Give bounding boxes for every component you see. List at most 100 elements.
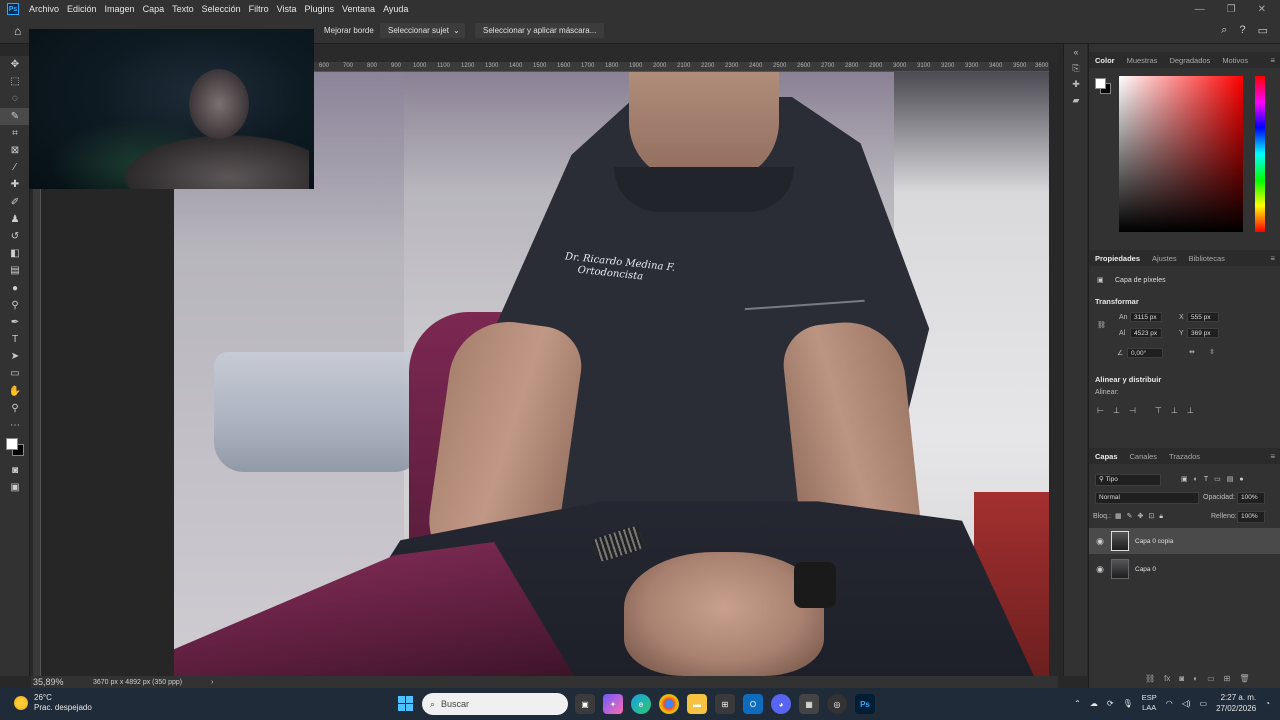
menu-capa[interactable]: Capa [139,4,169,14]
x-field[interactable]: 555 px [1187,312,1219,322]
tab-swatches[interactable]: Muestras [1121,56,1164,65]
maximize-icon[interactable]: ❐ [1227,4,1236,15]
menu-seleccion[interactable]: Selección [198,4,245,14]
menu-imagen[interactable]: Imagen [101,4,139,14]
quick-selection-tool-icon[interactable]: ✎ [0,107,30,125]
dodge-tool-icon[interactable]: ⚲ [0,297,30,314]
tab-libraries[interactable]: Bibliotecas [1183,254,1231,263]
tab-adjustments[interactable]: Ajustes [1146,254,1183,263]
workspace-icon[interactable]: ▭ [1258,24,1268,37]
eyedropper-tool-icon[interactable]: ⁄ [0,159,30,176]
blend-mode-select[interactable]: Normal [1095,492,1199,504]
menu-ayuda[interactable]: Ayuda [379,4,412,14]
select-and-mask-button[interactable]: Seleccionar y aplicar máscara... [475,23,605,38]
lasso-tool-icon[interactable]: ◌ [0,90,30,107]
cloud-icon[interactable]: ☁ [1090,699,1098,708]
chevron-right-icon[interactable]: › [211,679,213,686]
gradient-tool-icon[interactable]: ▤ [0,262,30,279]
wifi-icon[interactable]: ◠ [1166,699,1173,708]
new-layer-icon[interactable]: ⊞ [1224,674,1231,683]
outlook-icon[interactable]: O [743,694,763,714]
crop-tool-icon[interactable]: ⌗ [0,125,30,142]
healing-brush-tool-icon[interactable]: ✚ [0,176,30,193]
path-selection-tool-icon[interactable]: ➤ [0,348,30,365]
move-tool-icon[interactable]: ✥ [0,56,30,73]
refine-edge-button[interactable]: Mejorar borde [316,23,382,38]
panel-menu-icon[interactable]: ≡ [1264,254,1280,263]
color-swatches[interactable] [0,434,29,462]
menu-texto[interactable]: Texto [168,4,198,14]
layer-filter-icons[interactable]: ▣◐T▭▤● [1181,475,1250,483]
angle-field[interactable]: 0,00° [1127,348,1163,358]
eraser-tool-icon[interactable]: ◧ [0,245,30,262]
comments-icon[interactable]: ▰ [1064,92,1088,108]
battery-icon[interactable]: ▭ [1200,699,1208,708]
history-brush-tool-icon[interactable]: ↺ [0,228,30,245]
pen-tool-icon[interactable]: ✒ [0,314,30,331]
panel-menu-icon[interactable]: ≡ [1264,452,1280,461]
search-icon[interactable]: ⌕ [1221,24,1227,37]
layer-row[interactable]: ◉ Capa 0 [1089,556,1280,582]
app-icon[interactable]: ◎ [827,694,847,714]
layer-name[interactable]: Capa 0 [1135,566,1156,573]
notifications-icon[interactable]: ◔ [1265,699,1270,708]
menu-ventana[interactable]: Ventana [338,4,379,14]
frame-tool-icon[interactable]: ⊠ [0,142,30,159]
more-tools-icon[interactable]: ⋯ [0,417,30,434]
tab-properties[interactable]: Propiedades [1089,254,1146,263]
document-info[interactable]: 3670 px x 4892 px (350 ppp) [93,679,182,686]
calculator-icon[interactable]: ▦ [799,694,819,714]
trash-icon[interactable]: 🗑︎ [1239,674,1249,683]
menu-filtro[interactable]: Filtro [245,4,273,14]
transform-title[interactable]: Transformar [1095,297,1139,306]
weather-widget[interactable]: 26°C Prac. despejado [14,693,92,713]
flip-vertical-icon[interactable]: ⇳ [1209,348,1215,356]
edge-icon[interactable]: e [631,694,651,714]
taskbar-search[interactable]: ⌕ Buscar [422,693,568,715]
tab-gradients[interactable]: Degradados [1163,56,1216,65]
lock-icons[interactable]: ▦✎✥⊡🔒︎ [1115,512,1168,521]
volume-icon[interactable]: ◁) [1182,699,1191,708]
zoom-level[interactable]: 35,89% [33,677,64,687]
brush-settings-icon[interactable]: ✚ [1064,76,1088,92]
color-field[interactable] [1119,76,1243,232]
add-mask-icon[interactable]: ◙ [1179,674,1184,683]
menu-edicion[interactable]: Edición [63,4,101,14]
link-layers-icon[interactable]: ⛓ [1145,674,1155,683]
fx-icon[interactable]: fx [1164,674,1170,683]
panel-menu-icon[interactable]: ≡ [1264,56,1280,65]
align-middle-v-icon[interactable]: ⊥ [1171,406,1178,415]
foreground-color-swatch[interactable] [6,438,18,451]
brush-tool-icon[interactable]: ✐ [0,194,30,211]
layer-name[interactable]: Capa 0 copia [1135,538,1173,545]
align-center-h-icon[interactable]: ⊥ [1113,406,1120,415]
tab-channels[interactable]: Canales [1124,452,1164,461]
menu-vista[interactable]: Vista [273,4,301,14]
close-icon[interactable]: ✕ [1258,4,1266,15]
copilot-icon[interactable]: ✦ [603,694,623,714]
collapse-icon[interactable]: « [1064,44,1088,60]
tab-color[interactable]: Color [1089,56,1121,65]
y-field[interactable]: 369 px [1187,328,1219,338]
align-top-icon[interactable]: ⊤ [1155,406,1162,415]
help-icon[interactable]: ? [1239,24,1245,37]
home-icon[interactable]: ⌂ [14,24,21,38]
quick-mask-icon[interactable]: ◙ [0,462,30,479]
group-icon[interactable]: ▭ [1207,674,1215,683]
menu-plugins[interactable]: Plugins [301,4,339,14]
chrome-icon[interactable] [659,694,679,714]
screen-mode-icon[interactable]: ▣ [0,479,30,496]
color-foreground-swatch[interactable] [1095,78,1106,89]
align-distribute-title[interactable]: Alinear y distribuir [1095,375,1161,384]
minimize-icon[interactable]: — [1195,4,1205,15]
language-indicator[interactable]: ESP LAA [1142,693,1157,713]
clock[interactable]: 2:27 a. m. 27/02/2026 [1216,692,1256,714]
opacity-field[interactable]: 100% [1237,492,1265,504]
mic-icon[interactable]: 🎙︎ [1123,699,1133,708]
clone-stamp-tool-icon[interactable]: ♟ [0,211,30,228]
adjustment-layer-icon[interactable]: ◐ [1193,674,1198,683]
align-left-icon[interactable]: ⊢ [1097,406,1104,415]
width-field[interactable]: 3115 px [1130,312,1162,322]
zoom-tool-icon[interactable]: ⚲ [0,400,30,417]
marquee-tool-icon[interactable]: ⬚ [0,73,30,90]
